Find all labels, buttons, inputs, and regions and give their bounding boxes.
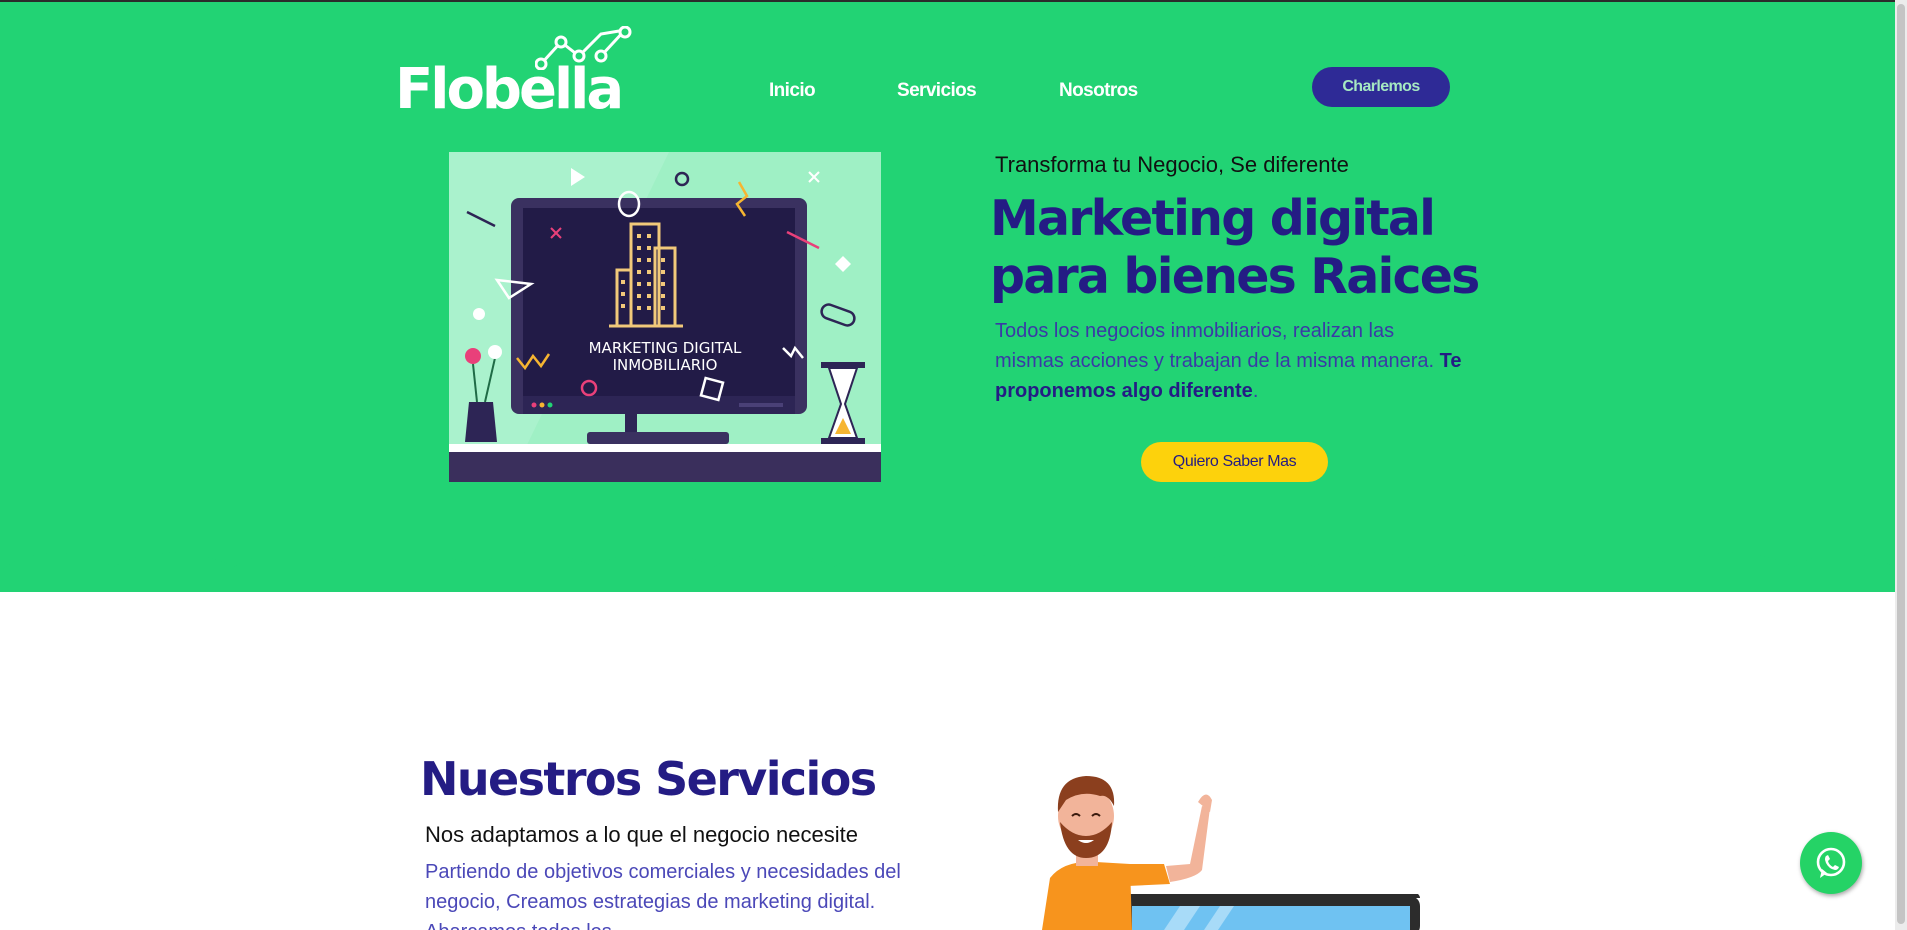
hero-description: Todos los negocios inmobiliarios, realiz… — [995, 316, 1465, 406]
logo-wordmark: Flobella — [395, 57, 624, 122]
page: Flobella Inicio Servicios Nosotros Charl… — [0, 0, 1907, 930]
hero-description-end: . — [1252, 380, 1259, 402]
hero-illustration: MARKETING DIGITAL INMOBILIARIO — [449, 152, 881, 482]
hero-description-text: Todos los negocios inmobiliarios, realiz… — [995, 320, 1440, 372]
services-description: Partiendo de objetivos comerciales y nec… — [425, 861, 901, 930]
person-waving-illustration — [1042, 776, 1420, 930]
whatsapp-button[interactable] — [1800, 832, 1862, 894]
hero-wave-divider — [0, 540, 1907, 577]
nav-item-nosotros[interactable]: Nosotros — [1059, 80, 1138, 102]
nav-item-inicio[interactable]: Inicio — [769, 80, 816, 102]
quiero-saber-mas-button[interactable]: Quiero Saber Mas — [1141, 442, 1328, 482]
brand-logo[interactable]: Flobella — [395, 26, 645, 122]
scrollbar-thumb[interactable] — [1897, 4, 1905, 924]
illustration-caption-line1: MARKETING DIGITAL — [588, 339, 742, 357]
monitor-illustration — [449, 152, 881, 482]
hero-title-line2: para bienes Raices — [990, 248, 1480, 305]
hero-tagline: Transforma tu Negocio, Se diferente — [995, 152, 1349, 177]
hero-title-line1: Marketing digital — [990, 190, 1436, 247]
hero-title: Marketing digital para bienes Raices — [990, 190, 1480, 306]
nav-item-servicios[interactable]: Servicios — [897, 80, 977, 102]
services-title: Nuestros Servicios — [420, 752, 877, 806]
page-scrollbar[interactable] — [1895, 0, 1907, 930]
whatsapp-icon — [1816, 847, 1846, 878]
charlemos-button[interactable]: Charlemos — [1312, 67, 1450, 107]
illustration-caption-line2: INMOBILIARIO — [612, 356, 718, 374]
services-subtitle: Nos adaptamos a lo que el negocio necesi… — [425, 822, 858, 847]
